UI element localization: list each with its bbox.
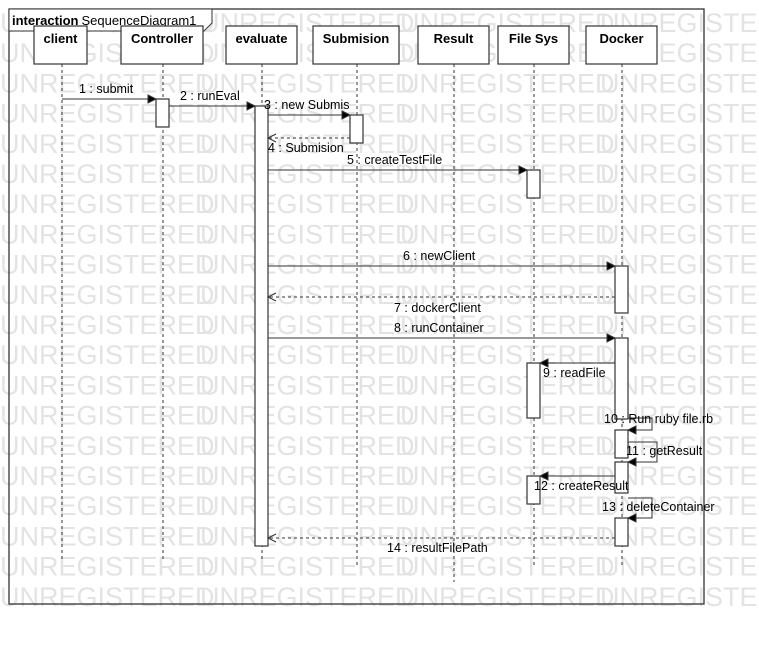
watermark-text: UNREGISTERED bbox=[400, 401, 615, 431]
lifeline-name: Result bbox=[434, 31, 474, 46]
activation-docker-1 bbox=[614, 265, 629, 314]
watermark-text: UNREGISTERED bbox=[600, 159, 759, 189]
watermark-text: UNREGISTERED bbox=[0, 280, 215, 310]
lifeline-name: Submision bbox=[323, 31, 390, 46]
watermark-text: UNREGISTERED bbox=[400, 189, 615, 219]
message-label: 6 : newClient bbox=[403, 249, 476, 263]
activation-docker-2 bbox=[614, 337, 629, 420]
activation-filesys-2 bbox=[526, 362, 541, 419]
watermark-text: UNREGISTERED bbox=[0, 582, 215, 612]
activation-filesys-1 bbox=[526, 169, 541, 199]
watermark-text: UNREGISTERED bbox=[200, 582, 415, 612]
message-label: 1 : submit bbox=[79, 82, 134, 96]
watermark-text: UNREGISTERED bbox=[600, 552, 759, 582]
watermark-text: UNREGISTERED bbox=[0, 491, 215, 521]
watermark-text: UNREGISTERED bbox=[0, 219, 215, 249]
watermark-text: UNREGISTERED bbox=[400, 582, 615, 612]
watermark-text: UNREGISTERED bbox=[200, 189, 415, 219]
activation-evaluate bbox=[254, 105, 269, 547]
lifeline-name: client bbox=[44, 31, 79, 46]
message-label: 4 : Submision bbox=[268, 141, 344, 155]
lifeline-name: Docker bbox=[599, 31, 643, 46]
watermark-text: UNREGISTERED bbox=[400, 219, 615, 249]
lifeline-name: evaluate bbox=[235, 31, 287, 46]
watermark-text: UNREGISTERED bbox=[200, 521, 415, 551]
message-label: 8 : runContainer bbox=[394, 321, 484, 335]
watermark-text: UNREGISTERED bbox=[200, 431, 415, 461]
message-label: 2 : runEval bbox=[180, 89, 240, 103]
watermark-text: UNREGISTERED bbox=[0, 521, 215, 551]
watermark-text: UNREGISTERED bbox=[600, 219, 759, 249]
activation-submision bbox=[349, 114, 364, 144]
sequence-diagram: UNREGISTEREDUNREGISTEREDUNREGISTEREDUNRE… bbox=[0, 0, 759, 644]
watermark-text: UNREGISTERED bbox=[0, 401, 215, 431]
lifeline-name: File Sys bbox=[509, 31, 558, 46]
lifeline-head-client[interactable]: client bbox=[33, 25, 88, 65]
watermark-text: UNREGISTERED bbox=[0, 340, 215, 370]
watermark-text: UNREGISTERED bbox=[600, 68, 759, 98]
watermark-text: UNREGISTERED bbox=[400, 68, 615, 98]
watermark-text: UNREGISTERED bbox=[200, 552, 415, 582]
watermark-text: UNREGISTERED bbox=[0, 310, 215, 340]
message-label: 14 : resultFilePath bbox=[387, 541, 488, 555]
watermark-text: UNREGISTERED bbox=[600, 129, 759, 159]
watermark-text: UNREGISTERED bbox=[600, 99, 759, 129]
activation-docker-5 bbox=[614, 517, 629, 547]
watermark-text: UNREGISTERED bbox=[0, 461, 215, 491]
lifeline-name: Controller bbox=[131, 31, 193, 46]
watermark-text: UNREGISTERED bbox=[0, 159, 215, 189]
watermark-text: UNREGISTERED bbox=[200, 401, 415, 431]
watermark-text: UNREGISTERED bbox=[200, 219, 415, 249]
message-label: 5 : createTestFile bbox=[347, 153, 442, 167]
watermark-text: UNREGISTERED bbox=[0, 431, 215, 461]
message-label: 9 : readFile bbox=[543, 366, 606, 380]
watermark-text: UNREGISTERED bbox=[200, 370, 415, 400]
activation-controller bbox=[155, 98, 170, 128]
watermark-text: UNREGISTERED bbox=[200, 340, 415, 370]
watermark-text: UNREGISTERED bbox=[200, 310, 415, 340]
watermark-text: UNREGISTERED bbox=[0, 250, 215, 280]
message-label: 13 : deleteContainer bbox=[602, 500, 715, 514]
lifeline-head-submision[interactable]: Submision bbox=[312, 25, 400, 65]
watermark-text: UNREGISTERED bbox=[200, 461, 415, 491]
watermark-text: UNREGISTERED bbox=[0, 129, 215, 159]
message-label: 10 : Run ruby file.rb bbox=[604, 412, 713, 426]
message-label: 3 : new Submis bbox=[264, 98, 349, 112]
lifeline-head-evaluate[interactable]: evaluate bbox=[225, 25, 298, 65]
watermark-text: UNREGISTERED bbox=[0, 370, 215, 400]
lifeline-head-controller[interactable]: Controller bbox=[120, 25, 204, 65]
watermark-text: UNREGISTERED bbox=[600, 189, 759, 219]
message-label: 12 : createResult bbox=[534, 479, 629, 493]
lifeline-head-result[interactable]: Result bbox=[417, 25, 490, 65]
diagram-canvas: UNREGISTEREDUNREGISTEREDUNREGISTEREDUNRE… bbox=[0, 8, 759, 612]
watermark-text: UNREGISTERED bbox=[600, 582, 759, 612]
watermark-text: UNREGISTERED bbox=[0, 552, 215, 582]
watermark-text: UNREGISTERED bbox=[400, 491, 615, 521]
watermark-text: UNREGISTERED bbox=[400, 552, 615, 582]
message-label: 7 : dockerClient bbox=[394, 301, 481, 315]
watermark-text: UNREGISTERED bbox=[200, 491, 415, 521]
lifeline-head-filesys[interactable]: File Sys bbox=[497, 25, 570, 65]
watermark-text: UNREGISTERED bbox=[0, 99, 215, 129]
watermark-text: UNREGISTERED bbox=[200, 280, 415, 310]
watermark-text: UNREGISTERED bbox=[600, 310, 759, 340]
watermark-text: UNREGISTERED bbox=[400, 431, 615, 461]
message-label: 11 : getResult bbox=[626, 444, 703, 458]
watermark-text: UNREGISTERED bbox=[200, 250, 415, 280]
watermark-text: UNREGISTERED bbox=[400, 99, 615, 129]
lifeline-head-docker[interactable]: Docker bbox=[585, 25, 658, 65]
watermark-text: UNREGISTERED bbox=[0, 189, 215, 219]
